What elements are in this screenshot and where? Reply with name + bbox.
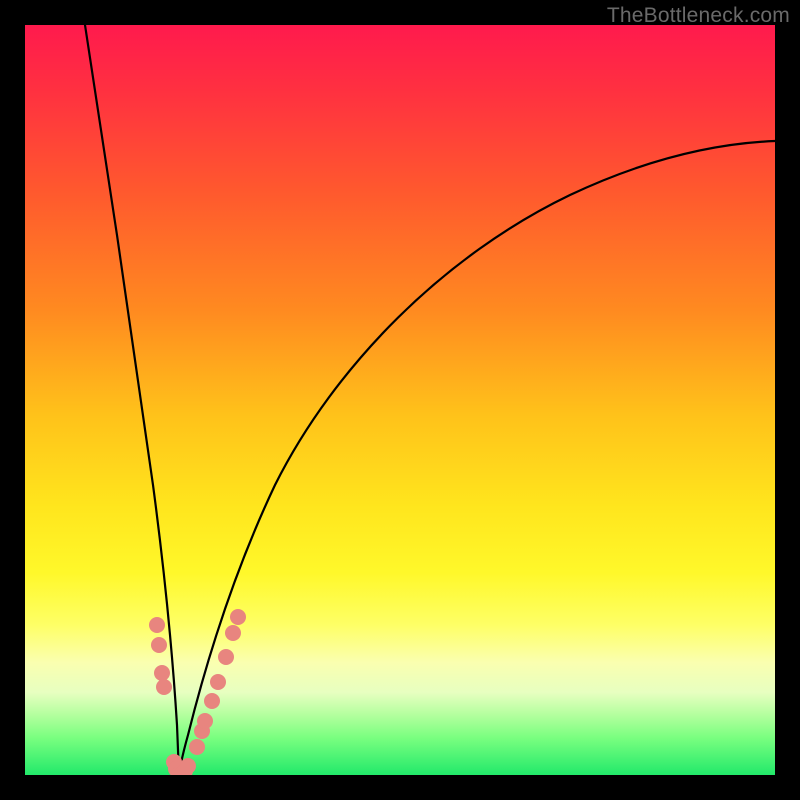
watermark-text: TheBottleneck.com <box>607 4 790 28</box>
marker-group <box>149 609 246 775</box>
chart-frame: TheBottleneck.com <box>0 0 800 800</box>
chart-svg <box>25 25 775 775</box>
curve-right-branch <box>179 141 775 775</box>
curve-left-branch <box>85 25 179 775</box>
plot-area <box>25 25 775 775</box>
